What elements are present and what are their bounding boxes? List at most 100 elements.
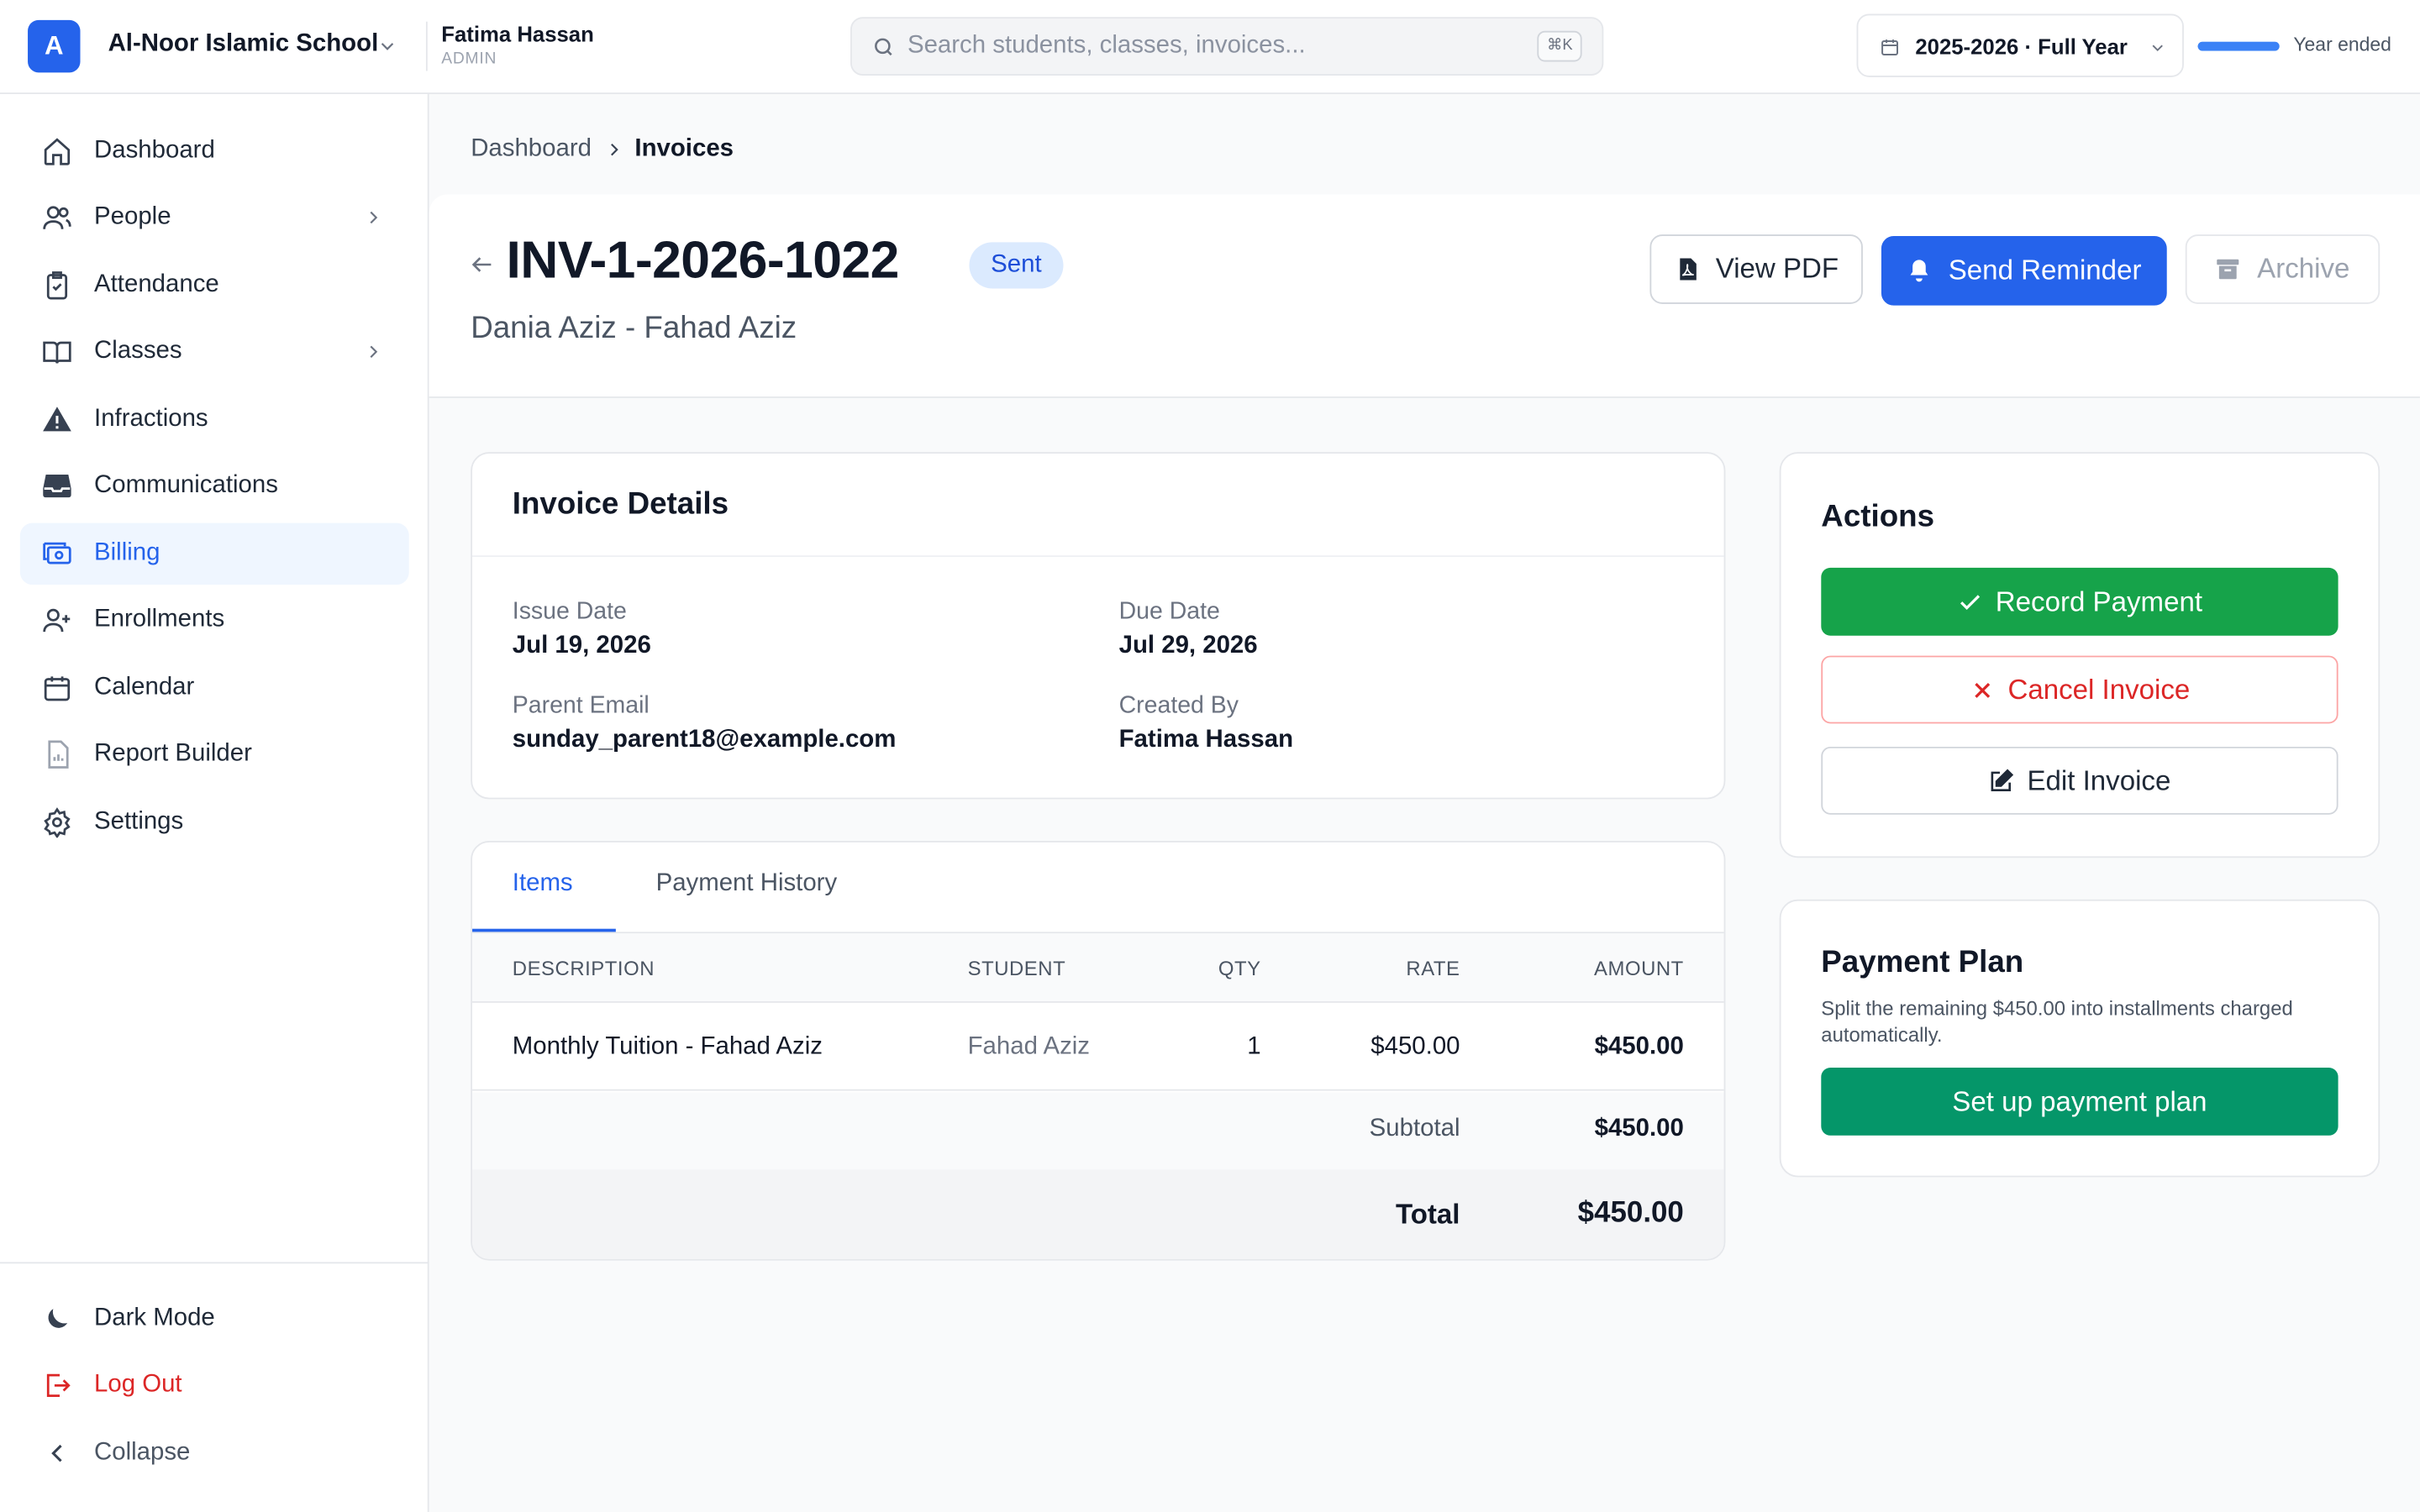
check-icon xyxy=(1960,594,1981,610)
column-description: DESCRIPTION xyxy=(512,956,655,980)
column-qty: QTY xyxy=(1218,956,1261,980)
subtotal-value: $450.00 xyxy=(1594,1115,1684,1142)
global-search[interactable]: ⌘K xyxy=(850,17,1604,76)
sidebar-item-label: Settings xyxy=(94,808,184,835)
book-open-icon xyxy=(43,341,71,364)
sidebar-item-classes[interactable]: Classes xyxy=(20,321,409,382)
breadcrumb-dashboard[interactable]: Dashboard xyxy=(471,136,592,164)
parent-email-value: sunday_parent18@example.com xyxy=(512,727,897,753)
school-year-label: 2025-2026 · Full Year xyxy=(1915,34,2128,59)
issue-date-label: Issue Date xyxy=(512,598,627,625)
invoice-details-card: Invoice Details Issue Date Jul 19, 2026 … xyxy=(471,452,1726,800)
card-title: Actions xyxy=(1821,500,1935,534)
sidebar-item-label: Dashboard xyxy=(94,137,215,164)
subtotal-label: Subtotal xyxy=(1369,1115,1460,1142)
logout-icon xyxy=(46,1373,71,1397)
setup-payment-plan-button[interactable]: Set up payment plan xyxy=(1821,1067,2338,1136)
sidebar-item-label: Report Builder xyxy=(94,740,252,767)
sidebar-item-attendance[interactable]: Attendance xyxy=(20,255,409,316)
table-row: Monthly Tuition - Fahad Aziz Fahad Aziz … xyxy=(472,1002,1724,1091)
sidebar-item-enrollments[interactable]: Enrollments xyxy=(20,590,409,651)
tab-payment-history[interactable]: Payment History xyxy=(656,870,838,898)
card-title: Payment Plan xyxy=(1821,945,2024,980)
edit-invoice-label: Edit Invoice xyxy=(2027,764,2171,795)
close-icon xyxy=(1975,682,1991,697)
sidebar: Dashboard People Attendance Classes Infr… xyxy=(0,94,429,1512)
chevron-down-icon[interactable] xyxy=(376,35,398,57)
sidebar-item-infractions[interactable]: Infractions xyxy=(20,389,409,450)
school-logo[interactable]: A xyxy=(28,19,81,73)
chevron-down-icon xyxy=(2152,45,2163,51)
sidebar-item-people[interactable]: People xyxy=(20,186,409,248)
sidebar-item-label: Calendar xyxy=(94,674,195,701)
search-shortcut: ⌘K xyxy=(1537,30,1582,62)
item-rate: $450.00 xyxy=(1370,1033,1460,1060)
chevron-right-icon xyxy=(370,345,378,358)
back-arrow-icon[interactable] xyxy=(469,251,495,277)
top-bar: A Al-Noor Islamic School Fatima Hassan A… xyxy=(0,0,2420,95)
document-report-icon xyxy=(48,740,69,769)
sidebar-item-report-builder[interactable]: Report Builder xyxy=(20,723,409,785)
sidebar-item-calendar[interactable]: Calendar xyxy=(20,657,409,718)
archive-icon xyxy=(2217,259,2240,280)
cog-icon xyxy=(44,807,71,838)
invoice-number: INV-1-2026-1022 xyxy=(506,231,899,291)
school-year-selector[interactable]: 2025-2026 · Full Year xyxy=(1856,13,2184,77)
search-icon xyxy=(875,38,892,56)
year-progress-bar xyxy=(2197,41,2280,51)
table-header: DESCRIPTION STUDENT QTY RATE AMOUNT xyxy=(472,933,1724,1003)
edit-icon xyxy=(1991,768,2014,791)
created-by-value: Fatima Hassan xyxy=(1118,727,1294,753)
search-input[interactable] xyxy=(907,30,1510,62)
chevron-left-icon xyxy=(51,1444,62,1462)
actions-card: Actions Record Payment Cancel Invoice Ed… xyxy=(1779,452,2381,858)
tab-items[interactable]: Items xyxy=(513,870,573,898)
cancel-invoice-button[interactable]: Cancel Invoice xyxy=(1821,655,2338,724)
sidebar-item-settings[interactable]: Settings xyxy=(20,791,409,853)
due-date-value: Jul 29, 2026 xyxy=(1118,633,1258,659)
sidebar-item-dashboard[interactable]: Dashboard xyxy=(20,120,409,181)
divider xyxy=(472,555,1724,558)
chevron-right-icon xyxy=(611,143,619,156)
moon-icon xyxy=(48,1309,68,1328)
breadcrumb-current[interactable]: Invoices xyxy=(634,136,734,164)
view-pdf-button[interactable]: View PDF xyxy=(1649,234,1863,304)
sidebar-item-label: Infractions xyxy=(94,406,208,433)
sidebar-item-label: People xyxy=(94,203,171,230)
dark-mode-toggle[interactable]: Dark Mode xyxy=(20,1289,409,1350)
record-payment-button[interactable]: Record Payment xyxy=(1821,567,2338,636)
warning-icon xyxy=(43,407,71,432)
item-amount: $450.00 xyxy=(1594,1033,1684,1060)
due-date-label: Due Date xyxy=(1118,598,1220,625)
sidebar-item-communications[interactable]: Communications xyxy=(20,455,409,517)
payment-plan-description: Split the remaining $450.00 into install… xyxy=(1821,996,2293,1047)
user-role: ADMIN xyxy=(441,49,497,68)
archive-button[interactable]: Archive xyxy=(2185,234,2381,304)
record-payment-label: Record Payment xyxy=(1995,585,2203,617)
cash-icon xyxy=(43,542,71,564)
send-reminder-label: Send Reminder xyxy=(1948,255,2142,286)
item-student: Fahad Aziz xyxy=(967,1033,1090,1060)
created-by-label: Created By xyxy=(1118,692,1239,719)
home-icon xyxy=(44,138,71,165)
logout-button[interactable]: Log Out xyxy=(20,1355,409,1416)
send-reminder-button[interactable]: Send Reminder xyxy=(1881,236,2167,306)
subtotal-row: Subtotal $450.00 xyxy=(472,1092,1724,1170)
breadcrumb: Dashboard Invoices xyxy=(471,136,734,164)
school-name[interactable]: Al-Noor Islamic School xyxy=(108,31,379,59)
cancel-invoice-label: Cancel Invoice xyxy=(2007,673,2191,705)
clipboard-check-icon xyxy=(46,271,68,300)
edit-invoice-button[interactable]: Edit Invoice xyxy=(1821,746,2338,815)
card-title: Invoice Details xyxy=(512,487,729,522)
pdf-file-icon xyxy=(1679,258,1697,281)
year-status: Year ended xyxy=(2293,34,2391,56)
issue-date-value: Jul 19, 2026 xyxy=(512,633,651,659)
status-badge: Sent xyxy=(969,242,1064,289)
bell-icon xyxy=(1911,260,1929,282)
user-name: Fatima Hassan xyxy=(441,21,594,47)
dark-mode-label: Dark Mode xyxy=(94,1305,215,1332)
invoice-subtitle: Dania Aziz - Fahad Aziz xyxy=(471,312,797,346)
collapse-button[interactable]: Collapse xyxy=(20,1422,409,1483)
sidebar-item-billing[interactable]: Billing xyxy=(19,522,409,585)
view-pdf-label: View PDF xyxy=(1715,253,1839,284)
